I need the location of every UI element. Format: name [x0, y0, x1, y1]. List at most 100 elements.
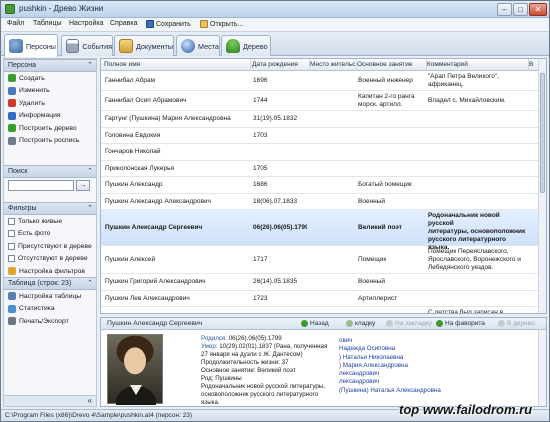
- column-header[interactable]: Место жительства: [310, 61, 355, 68]
- search-go-button[interactable]: →: [76, 180, 90, 191]
- info-label: Родился:: [201, 335, 229, 342]
- table-settings-icon: [8, 292, 16, 301]
- search-section-header[interactable]: Поиск ⌃: [4, 165, 96, 178]
- menu-tables[interactable]: Таблицы: [33, 20, 62, 27]
- collapse-sidebar-icon[interactable]: «: [4, 395, 96, 406]
- table-row[interactable]: Прикопонская Лукерья 1705: [101, 161, 538, 177]
- filter-settings-button[interactable]: Настройка фильтров: [4, 265, 96, 278]
- relation-link[interactable]: ) Мария Александровна: [339, 362, 539, 370]
- filters-section: Фильтры ⌃ Только живые Есть фото Присутству…: [4, 202, 96, 278]
- open-menu-button[interactable]: Открыть...: [200, 20, 243, 28]
- menu-settings[interactable]: Настройка: [69, 20, 103, 27]
- checkbox[interactable]: [8, 255, 15, 263]
- person-relations: ович Надежда Осиповна) Наталья Николаевна…: [339, 337, 539, 395]
- menu-help[interactable]: Справка: [110, 20, 137, 27]
- column-header[interactable]: Полное имя: [104, 61, 249, 68]
- chevron-up-icon[interactable]: ⌃: [87, 60, 93, 71]
- table-row[interactable]: Пушкин Алексей 1717 Помещик Помещик Переясл…: [101, 246, 538, 274]
- funnel-icon: [8, 267, 16, 276]
- card-header: Пушкин Александр Сергеевич Назад кладку …: [101, 318, 546, 330]
- filter-checkbox-item[interactable]: Только живые: [4, 215, 96, 228]
- table-cell: Головина Евдокия: [105, 131, 161, 139]
- minimize-button[interactable]: –: [497, 3, 512, 16]
- table-row[interactable]: Пушкин Александр Сергеевич 06(26).06(05).…: [101, 210, 538, 251]
- close-button[interactable]: ✕: [529, 3, 547, 16]
- relation-link[interactable]: лександрович: [339, 370, 539, 378]
- table-row[interactable]: Пушкин Александр Александрович 18(06).07.…: [101, 194, 538, 210]
- column-header[interactable]: Комментарий: [427, 61, 527, 68]
- list-icon: [8, 136, 16, 145]
- menu-bar: Файл Таблицы Настройка Справка Сохранить…: [1, 18, 549, 32]
- sidebar-item[interactable]: Создать: [4, 72, 96, 85]
- relation-link[interactable]: (Пушкина) Наталья Александровна: [339, 387, 539, 395]
- filter-checkbox-item[interactable]: Отсутствуют в дереве: [4, 253, 96, 266]
- person-section-header[interactable]: Персона ⌃: [4, 59, 96, 72]
- filters-section-header[interactable]: Фильтры ⌃: [4, 202, 96, 215]
- section-title: Поиск: [8, 168, 28, 175]
- card-scrollbar[interactable]: [538, 330, 546, 406]
- relation-link[interactable]: лександрович: [339, 378, 539, 386]
- sidebar-item[interactable]: Печать/Экспорт: [4, 315, 96, 328]
- to-bookmark-button[interactable]: На закладку: [386, 320, 432, 327]
- sidebar-item[interactable]: Построить роспись: [4, 135, 96, 148]
- save-menu-button[interactable]: Сохранить: [146, 20, 191, 28]
- table-row[interactable]: Головина Евдокия 1703: [101, 128, 538, 144]
- sidebar-item-label: Изменить: [19, 87, 50, 95]
- search-box: →: [8, 180, 92, 192]
- bookmark-button[interactable]: кладку: [346, 320, 375, 327]
- relation-link[interactable]: ) Наталья Николаевна: [339, 354, 539, 362]
- back-label: Назад: [310, 320, 329, 327]
- chevron-up-icon[interactable]: ⌃: [87, 166, 93, 177]
- sidebar-item[interactable]: Удалить: [4, 97, 96, 110]
- sidebar-item-label: Статистика: [19, 305, 55, 313]
- table-row[interactable]: Пушкин Александр 1686 Богатый помещик: [101, 177, 538, 194]
- sidebar-item[interactable]: Информация: [4, 110, 96, 123]
- back-button[interactable]: Назад: [301, 320, 329, 327]
- table-row[interactable]: Пушкин Лев Сергеевич 1805 С детства был за…: [101, 307, 538, 313]
- tab-events[interactable]: События: [61, 35, 113, 56]
- maximize-button[interactable]: □: [513, 3, 528, 16]
- search-input[interactable]: [8, 180, 74, 191]
- table-cell: Военный: [358, 197, 386, 205]
- vertical-scrollbar[interactable]: [538, 59, 546, 313]
- tab-persons[interactable]: Персоны: [4, 34, 58, 57]
- table-cell: Богатый помещик: [358, 181, 412, 189]
- checkbox[interactable]: [8, 242, 15, 250]
- to-favorite-button[interactable]: На фаворита: [436, 320, 485, 327]
- relation-link[interactable]: Надежда Осиповна: [339, 345, 539, 353]
- table-row[interactable]: Гончаров Николай: [101, 144, 538, 161]
- filter-label: Присутствуют в дереве: [18, 242, 92, 250]
- table-row[interactable]: Пушкин Лев Александрович 1723 Артиллерист: [101, 291, 538, 307]
- table-row[interactable]: Гартунг (Пушкина) Мария Александровна 31(…: [101, 111, 538, 128]
- person-info: Родился: 06(26).06(05).1799 Умер: 10(29).…: [201, 335, 331, 407]
- column-header[interactable]: Дата рождения: [252, 61, 308, 68]
- tab-documents[interactable]: Документы: [114, 35, 174, 56]
- table-cell: Военный инженер: [358, 77, 413, 84]
- relation-link[interactable]: ович: [339, 337, 539, 345]
- arrow-right-icon: [436, 320, 443, 327]
- sidebar-item[interactable]: Настройка таблицы: [4, 290, 96, 303]
- filter-checkbox-item[interactable]: Присутствуют в дереве: [4, 240, 96, 253]
- checkbox[interactable]: [8, 217, 15, 225]
- in-tree-button[interactable]: В дерево: [498, 320, 535, 327]
- table-row[interactable]: Ганнибал Абрам 1696 Военный инженер "Арап П…: [101, 71, 538, 91]
- scrollbar-thumb[interactable]: [540, 73, 545, 193]
- column-header[interactable]: В: [529, 61, 538, 68]
- menu-file[interactable]: Файл: [7, 20, 24, 27]
- bookmark-label: кладку: [355, 320, 376, 327]
- sidebar-item[interactable]: Изменить: [4, 85, 96, 98]
- tab-places[interactable]: Места: [176, 35, 220, 56]
- checkbox[interactable]: [8, 230, 15, 238]
- table-row[interactable]: Пушкин Григорий Александрович 26(14).05.1…: [101, 274, 538, 291]
- chevron-up-icon[interactable]: ⌃: [87, 278, 93, 289]
- table-row[interactable]: Ганнибал Осип Абрамович 1744 Капитан 2-го …: [101, 91, 538, 111]
- chevron-up-icon[interactable]: ⌃: [87, 203, 93, 214]
- sidebar-item[interactable]: Построить дерево: [4, 122, 96, 135]
- sidebar-item-label: Построить роспись: [19, 137, 80, 145]
- filter-checkbox-item[interactable]: Есть фото: [4, 228, 96, 241]
- save-label: Сохранить: [156, 20, 191, 28]
- tab-tree[interactable]: Дерево: [221, 35, 271, 56]
- table-section-header[interactable]: Таблица (строк: 23) ⌃: [4, 277, 96, 290]
- sidebar-item[interactable]: Статистика: [4, 303, 96, 316]
- column-header[interactable]: Основное занятие: [357, 61, 425, 68]
